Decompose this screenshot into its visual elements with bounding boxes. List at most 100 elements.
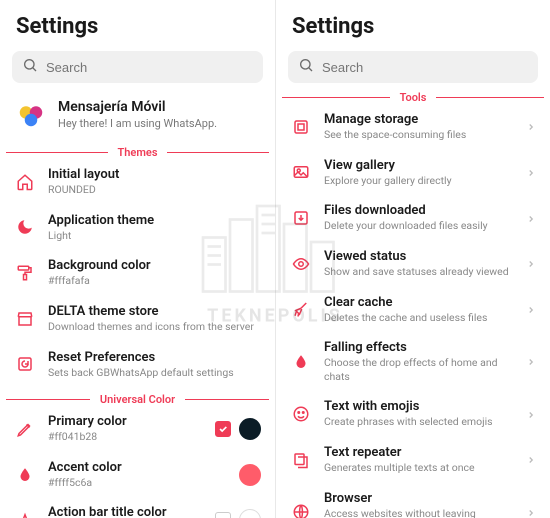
textcolor-icon: [14, 509, 36, 518]
section-themes: Themes Initial layoutROUNDED Application…: [0, 146, 275, 387]
globe-icon: [290, 501, 312, 518]
row-sub: Show and save statuses already viewed: [324, 265, 514, 279]
profile-status: Hey there! I am using WhatsApp.: [58, 117, 259, 130]
row-sub: Deletes the cache and useless files: [324, 311, 514, 325]
emoji-icon: [290, 403, 312, 425]
row-sub: Explore your gallery directly: [324, 174, 514, 188]
checkbox[interactable]: [215, 421, 231, 437]
row-sub: Delete your downloaded files easily: [324, 219, 514, 233]
row-accent-color[interactable]: Accent color#ffff5c6a: [0, 452, 275, 498]
chevron-right-icon: [526, 352, 536, 371]
row-text-emojis[interactable]: Text with emojisCreate phrases with sele…: [276, 391, 550, 437]
storage-icon: [290, 116, 312, 138]
row-title: Text repeater: [324, 445, 514, 460]
row-sub: Download themes and icons from the serve…: [48, 320, 261, 334]
row-sub: See the space-consuming files: [324, 128, 514, 142]
row-title: Application theme: [48, 213, 261, 228]
color-swatch[interactable]: [239, 509, 261, 518]
row-title: View gallery: [324, 158, 514, 173]
section-label: Tools: [396, 91, 431, 104]
row-theme-store[interactable]: DELTA theme storeDownload themes and ico…: [0, 296, 275, 342]
row-sub: #ff041b28: [48, 430, 203, 444]
chevron-right-icon: [526, 209, 536, 228]
effects-icon: [290, 351, 312, 373]
row-title: DELTA theme store: [48, 304, 261, 319]
chevron-right-icon: [526, 300, 536, 319]
row-title: Accent color: [48, 460, 227, 475]
row-falling-effects[interactable]: Falling effectsChoose the drop effects o…: [276, 332, 550, 391]
row-sub: Access websites without leaving WhatsApp: [324, 507, 514, 518]
settings-pane-left: Settings Mensajería Móvil Hey there! I a…: [0, 0, 275, 518]
moon-icon: [14, 216, 36, 238]
drop-icon: [14, 464, 36, 486]
search-input[interactable]: [12, 51, 263, 83]
row-title: Falling effects: [324, 340, 514, 355]
row-sub: Sets back GBWhatsApp default settings: [48, 366, 261, 380]
row-sub: #ffff5c6a: [48, 476, 227, 490]
store-icon: [14, 308, 36, 330]
search-field[interactable]: [46, 60, 253, 75]
gallery-icon: [290, 161, 312, 183]
settings-pane-right: Settings Tools Manage storageSee the spa…: [275, 0, 550, 518]
row-title: Text with emojis: [324, 399, 514, 414]
row-manage-storage[interactable]: Manage storageSee the space-consuming fi…: [276, 104, 550, 150]
avatar: [16, 100, 46, 130]
row-title: Background color: [48, 258, 261, 273]
row-sub: Choose the drop effects of home and chat…: [324, 356, 514, 383]
section-tools: Tools Manage storageSee the space-consum…: [276, 91, 550, 518]
row-sub: Light: [48, 229, 261, 243]
eye-icon: [290, 253, 312, 275]
download-icon: [290, 207, 312, 229]
row-sub: Generates multiple texts at once: [324, 461, 514, 475]
row-title: Browser: [324, 491, 514, 506]
search-input[interactable]: [288, 51, 538, 83]
chevron-right-icon: [526, 405, 536, 424]
row-sub: Create phrases with selected emojis: [324, 415, 514, 429]
row-sub: ROUNDED: [48, 183, 261, 197]
row-title: Reset Preferences: [48, 350, 261, 365]
row-browser[interactable]: BrowserAccess websites without leaving W…: [276, 483, 550, 518]
search-icon: [298, 57, 314, 77]
row-title: Primary color: [48, 414, 203, 429]
row-title: Action bar title color: [48, 505, 203, 518]
roller-icon: [14, 262, 36, 284]
page-title: Settings: [276, 0, 550, 47]
row-title: Files downloaded: [324, 203, 514, 218]
chevron-right-icon: [526, 254, 536, 273]
row-sub: #fffafafa: [48, 274, 261, 288]
profile-row[interactable]: Mensajería Móvil Hey there! I am using W…: [0, 91, 275, 140]
chevron-right-icon: [526, 450, 536, 469]
repeat-icon: [290, 449, 312, 471]
broom-icon: [290, 298, 312, 320]
row-title: Manage storage: [324, 112, 514, 127]
section-label: Universal Color: [96, 393, 179, 406]
pencil-icon: [14, 418, 36, 440]
search-icon: [22, 57, 38, 77]
profile-text: Mensajería Móvil Hey there! I am using W…: [58, 99, 259, 130]
row-title: Viewed status: [324, 249, 514, 264]
chevron-right-icon: [526, 503, 536, 518]
chevron-right-icon: [526, 163, 536, 182]
chevron-right-icon: [526, 117, 536, 136]
row-text-repeater[interactable]: Text repeaterGenerates multiple texts at…: [276, 437, 550, 483]
search-field[interactable]: [322, 60, 528, 75]
row-title: Clear cache: [324, 295, 514, 310]
checkbox[interactable]: [215, 512, 231, 518]
row-files-downloaded[interactable]: Files downloadedDelete your downloaded f…: [276, 195, 550, 241]
row-clear-cache[interactable]: Clear cacheDeletes the cache and useless…: [276, 287, 550, 333]
section-label: Themes: [114, 146, 162, 159]
row-reset-preferences[interactable]: Reset PreferencesSets back GBWhatsApp de…: [0, 342, 275, 388]
row-primary-color[interactable]: Primary color#ff041b28: [0, 406, 275, 452]
profile-name: Mensajería Móvil: [58, 99, 259, 115]
row-background-color[interactable]: Background color#fffafafa: [0, 250, 275, 296]
row-application-theme[interactable]: Application themeLight: [0, 205, 275, 251]
color-swatch[interactable]: [239, 418, 261, 440]
row-action-bar-title-color[interactable]: Action bar title color#ffffffff: [0, 497, 275, 518]
color-swatch[interactable]: [239, 464, 261, 486]
row-title: Initial layout: [48, 167, 261, 182]
row-viewed-status[interactable]: Viewed statusShow and save statuses alre…: [276, 241, 550, 287]
row-initial-layout[interactable]: Initial layoutROUNDED: [0, 159, 275, 205]
home-icon: [14, 171, 36, 193]
row-view-gallery[interactable]: View galleryExplore your gallery directl…: [276, 150, 550, 196]
section-universal-color: Universal Color Primary color#ff041b28 A…: [0, 393, 275, 518]
